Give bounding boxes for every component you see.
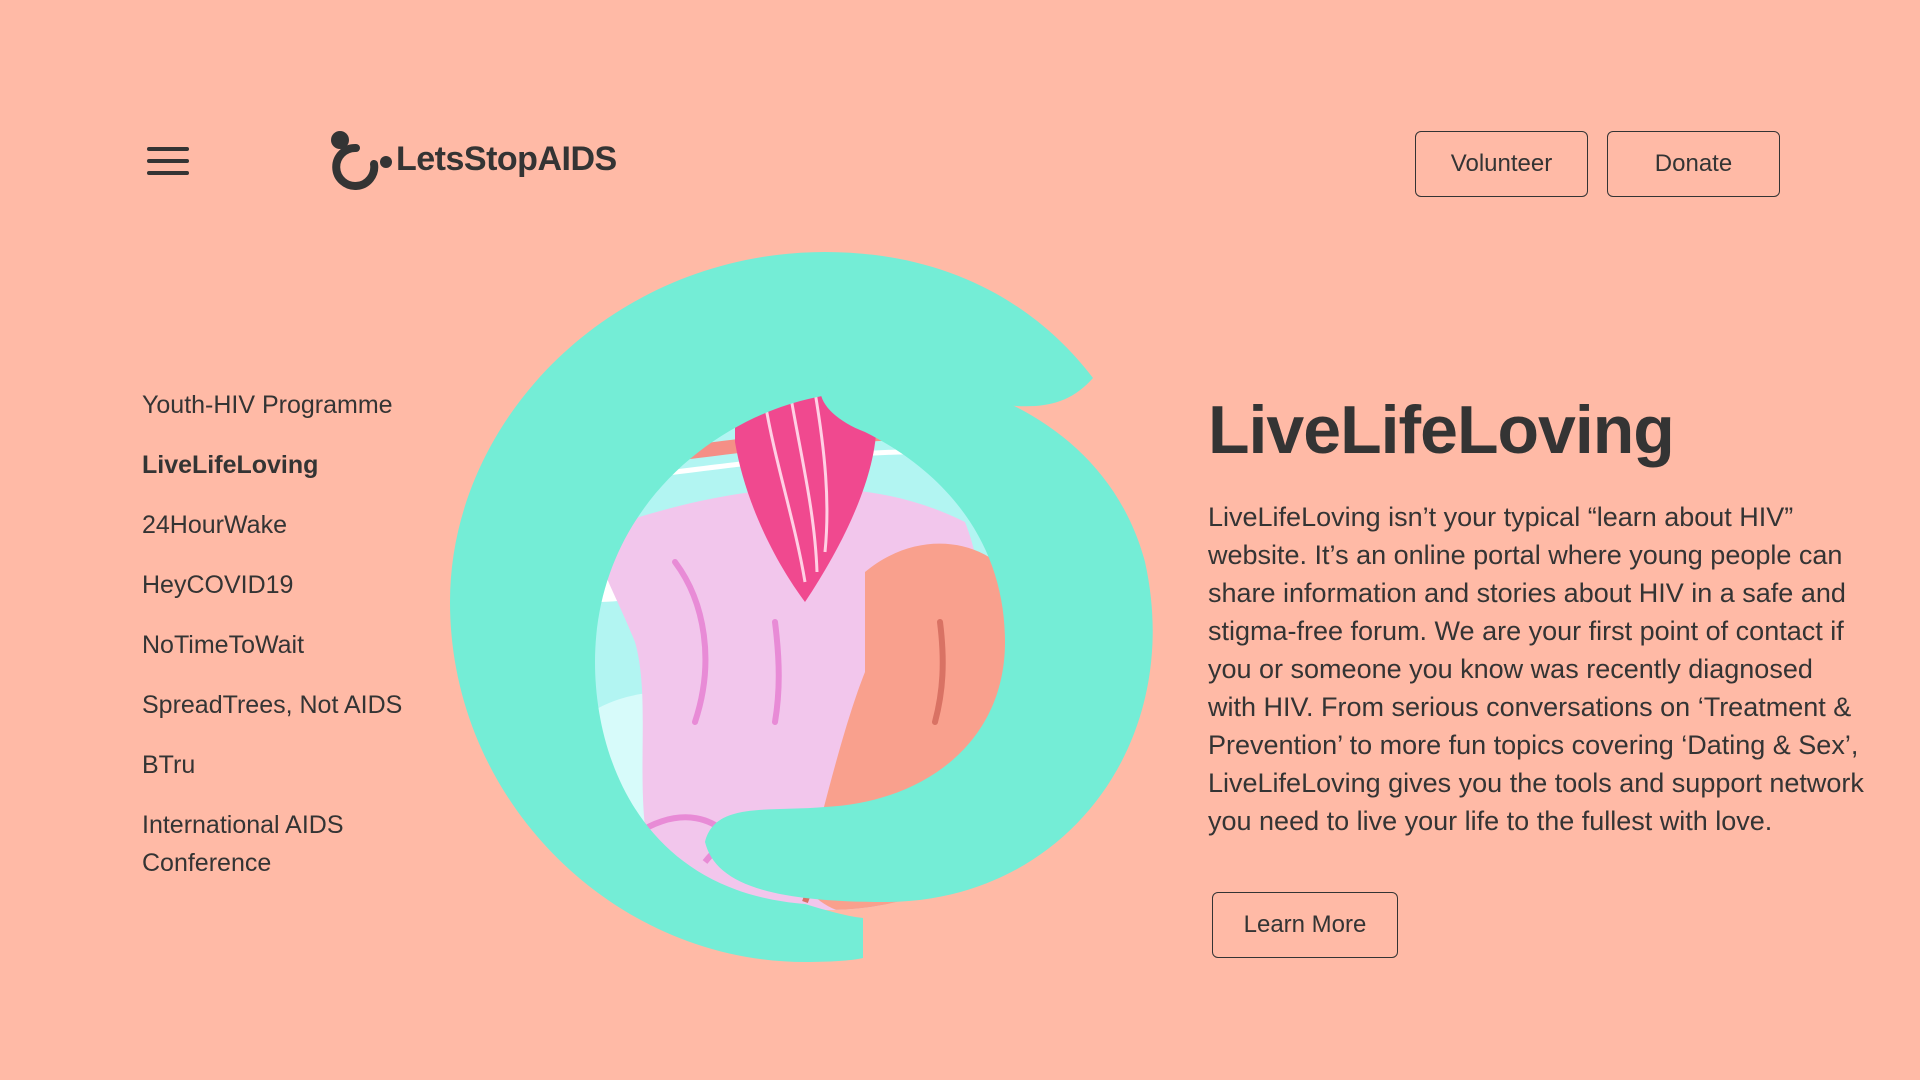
hero-illustration <box>450 252 1153 962</box>
side-nav-item-heycovid19[interactable]: HeyCOVID19 <box>142 566 402 604</box>
logo[interactable]: LetsStopAIDS <box>328 128 617 190</box>
page-title: LiveLifeLoving <box>1208 392 1675 468</box>
hamburger-menu-icon[interactable] <box>147 146 189 176</box>
side-nav-item-livelifeloving[interactable]: LiveLifeLoving <box>142 446 402 484</box>
side-nav-item-btru[interactable]: BTru <box>142 746 402 784</box>
side-nav-item-international-aids-conference[interactable]: International AIDS Conference <box>142 806 402 882</box>
learn-more-button[interactable]: Learn More <box>1212 892 1398 958</box>
logo-mark-icon <box>331 131 392 190</box>
side-nav: Youth-HIV Programme LiveLifeLoving 24Hou… <box>142 386 402 904</box>
page-description: LiveLifeLoving isn’t your typical “learn… <box>1208 502 1864 836</box>
side-nav-item-spreadtrees[interactable]: SpreadTrees, Not AIDS <box>142 686 402 724</box>
side-nav-item-youth-hiv-programme[interactable]: Youth-HIV Programme <box>142 386 402 424</box>
side-nav-item-notimetowait[interactable]: NoTimeToWait <box>142 626 402 664</box>
donate-button[interactable]: Donate <box>1607 131 1780 197</box>
main-content: LiveLifeLoving LiveLifeLoving isn’t your… <box>1208 388 1868 958</box>
page: LetsStopAIDS Volunteer Donate Youth-HIV … <box>0 0 1920 1080</box>
logo-text: LetsStopAIDS <box>396 139 617 178</box>
side-nav-item-24hourwake[interactable]: 24HourWake <box>142 506 402 544</box>
volunteer-button[interactable]: Volunteer <box>1415 131 1588 197</box>
